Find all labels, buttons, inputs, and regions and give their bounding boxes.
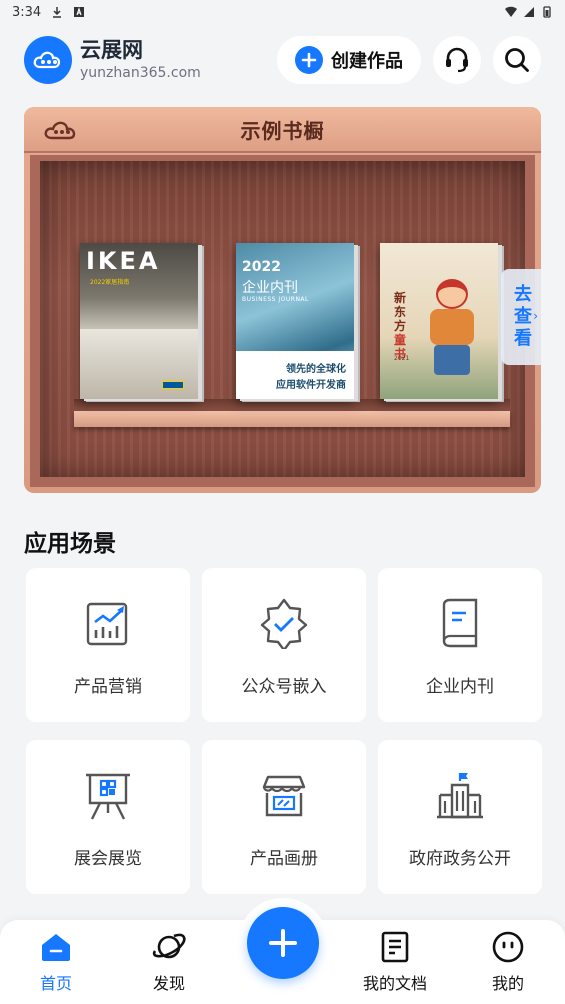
chevron-right-icon: › — [533, 309, 538, 323]
sample-bookshelf[interactable]: 示例书橱 IKEA 2022家居指南 2022 企业内刊 BUSINESS JO… — [24, 107, 541, 493]
shelf-ledge — [74, 411, 510, 427]
title-char: 新 — [394, 291, 407, 305]
kid-illustration — [436, 279, 468, 309]
app-domain: yunzhan365.com — [80, 65, 201, 81]
bookshelf-header: 示例书橱 — [24, 107, 541, 153]
plus-icon — [295, 46, 323, 74]
plus-icon — [269, 929, 297, 957]
scene-label: 产品画册 — [250, 849, 318, 869]
bookshelf-body: IKEA 2022家居指南 2022 企业内刊 BUSINESS JOURNAL… — [30, 155, 535, 487]
scene-card-product-marketing[interactable]: 产品营销 — [26, 568, 190, 722]
headset-icon — [446, 47, 468, 73]
book-cover-title: 企业内刊 — [242, 280, 298, 296]
nav-item-home[interactable]: 首页 — [11, 928, 101, 994]
scene-label: 产品营销 — [74, 677, 142, 697]
scene-card-gov-affairs[interactable]: 政府政务公开 — [378, 740, 542, 894]
app-header: 云展网 yunzhan365.com 创建作品 — [0, 28, 565, 92]
app-logo[interactable] — [24, 36, 72, 84]
book-cover-slogan: 领先的全球化 — [286, 364, 346, 375]
planet-icon — [150, 928, 188, 966]
chart-icon — [81, 596, 135, 650]
scene-label: 公众号嵌入 — [241, 677, 327, 697]
nav-label: 我的 — [491, 974, 524, 993]
book-business-journal[interactable]: 2022 企业内刊 BUSINESS JOURNAL 领先的全球化 应用软件开发… — [236, 243, 354, 399]
scene-label: 展会展览 — [74, 849, 142, 869]
easel-icon — [81, 768, 135, 822]
a-badge-icon — [74, 7, 85, 17]
book-cover-subtitle: BUSINESS JOURNAL — [242, 296, 309, 303]
status-time: 3:34 — [12, 4, 42, 20]
book-ikea-catalog[interactable]: IKEA 2022家居指南 — [80, 243, 198, 399]
nav-item-profile[interactable]: 我的 — [463, 928, 553, 994]
nav-item-my-documents[interactable]: 我的文档 — [350, 928, 440, 994]
scene-card-exhibition[interactable]: 展会展览 — [26, 740, 190, 894]
kid-illustration — [434, 345, 470, 375]
book-cover-year: 2021 — [394, 355, 410, 362]
signal-icon — [524, 7, 534, 17]
create-work-button[interactable]: 创建作品 — [277, 36, 421, 84]
battery-icon — [543, 6, 551, 18]
book-cover-slogan: 应用软件开发商 — [276, 380, 346, 391]
scene-card-internal-magazine[interactable]: 企业内刊 — [378, 568, 542, 722]
ikea-logo — [162, 381, 184, 389]
book-cover-title: 新 东 方 童 书 — [394, 291, 410, 361]
title-char: 东 — [394, 305, 407, 319]
customer-service-button[interactable] — [433, 36, 481, 84]
title-char: 方 — [394, 319, 407, 333]
download-icon — [53, 7, 62, 18]
brand: 云展网 yunzhan365.com — [80, 38, 201, 82]
app-name: 云展网 — [80, 38, 143, 62]
book-kids-storybook[interactable]: 新 东 方 童 书 2021 — [380, 243, 498, 399]
create-fab-button[interactable] — [247, 907, 319, 979]
nav-label: 我的文档 — [362, 974, 427, 993]
store-icon — [257, 768, 311, 822]
bookshelf-title: 示例书橱 — [240, 118, 325, 143]
book-cover-year: 2022 — [242, 259, 281, 275]
nav-label: 发现 — [152, 974, 185, 993]
status-bar: 3:34 — [0, 0, 565, 24]
scene-label: 政府政务公开 — [409, 849, 511, 869]
scene-label: 企业内刊 — [426, 677, 494, 697]
book-cover-subtitle: 2022家居指南 — [90, 279, 130, 286]
scene-card-wechat-embed[interactable]: 公众号嵌入 — [202, 568, 366, 722]
nav-item-discover[interactable]: 发现 — [124, 928, 214, 994]
section-title: 应用场景 — [24, 531, 116, 557]
create-work-label: 创建作品 — [331, 51, 403, 72]
cloud-logo-icon — [33, 51, 61, 69]
search-button[interactable] — [493, 36, 541, 84]
search-icon — [505, 48, 529, 72]
face-icon — [489, 928, 527, 966]
go-view-tab[interactable]: 去查看 › — [501, 269, 541, 365]
book-icon — [433, 596, 487, 650]
title-char: 童 — [394, 333, 407, 347]
nav-label: 首页 — [39, 974, 72, 993]
kid-illustration — [430, 309, 474, 345]
wifi-icon — [505, 6, 517, 17]
go-view-label: 去查看 — [511, 284, 532, 350]
badge-check-icon — [257, 596, 311, 650]
book-cover-title: IKEA — [86, 247, 161, 275]
home-icon — [37, 928, 75, 966]
book-cover-band — [236, 351, 354, 399]
document-icon — [376, 928, 414, 966]
scene-card-product-brochure[interactable]: 产品画册 — [202, 740, 366, 894]
government-building-icon — [433, 768, 487, 822]
shelf-cloud-logo-icon — [44, 121, 76, 140]
